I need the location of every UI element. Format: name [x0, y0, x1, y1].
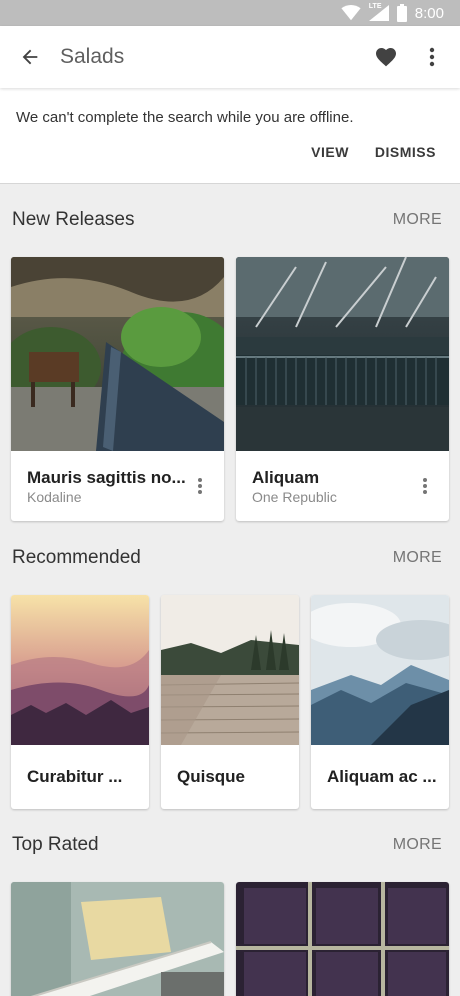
album-artwork-image [11, 882, 224, 996]
status-bar: LTE 8:00 [0, 0, 460, 26]
wifi-icon [341, 5, 361, 21]
battery-icon [396, 4, 407, 22]
album-artwork-image [11, 257, 224, 451]
more-button[interactable]: MORE [393, 549, 442, 567]
section-header-recommended: Recommended MORE [0, 543, 460, 573]
favorite-button[interactable] [362, 26, 410, 88]
card-title: Aliquam [252, 468, 320, 487]
back-button[interactable] [0, 26, 60, 88]
section-title: New Releases [12, 209, 135, 230]
card-overflow-button[interactable] [188, 471, 212, 501]
more-vert-icon [198, 478, 202, 494]
card-title: Quisque [177, 767, 246, 786]
section-header-new-releases: New Releases MORE [0, 205, 460, 235]
more-vert-icon [423, 478, 427, 494]
playlist-artwork-image [11, 595, 149, 745]
album-artwork-image [236, 257, 449, 451]
overflow-menu-button[interactable] [410, 26, 454, 88]
app-bar: Salads [0, 26, 460, 88]
view-button[interactable]: VIEW [311, 144, 349, 160]
section-title: Recommended [12, 547, 141, 568]
heart-icon [376, 48, 396, 67]
more-button[interactable]: MORE [393, 211, 442, 229]
playlist-artwork-image [161, 595, 299, 745]
album-card[interactable]: Aliquam One Republic [236, 257, 449, 521]
banner-actions: VIEW DISMISS [311, 144, 436, 160]
cell-signal-icon: LTE [368, 3, 389, 21]
banner-message: We can't complete the search while you a… [16, 109, 354, 126]
playlist-card[interactable]: Quisque [161, 595, 299, 809]
status-time: 8:00 [414, 4, 444, 22]
page-title: Salads [60, 45, 125, 68]
playlist-card[interactable]: Curabitur ... [11, 595, 149, 809]
section-title: Top Rated [12, 834, 99, 855]
dismiss-button[interactable]: DISMISS [375, 144, 436, 160]
card-title: Curabitur ... [27, 767, 123, 786]
section-header-top-rated: Top Rated MORE [0, 830, 460, 860]
card-overflow-button[interactable] [413, 471, 437, 501]
card-subtitle: Kodaline [27, 489, 82, 505]
playlist-artwork-image [311, 595, 449, 745]
album-artwork-image [236, 882, 449, 996]
offline-banner: We can't complete the search while you a… [0, 88, 460, 184]
card-title: Mauris sagittis no... [27, 468, 186, 487]
card-title: Aliquam ac ... [327, 767, 437, 786]
album-card[interactable] [11, 882, 224, 996]
more-vert-icon [429, 47, 435, 67]
album-card[interactable] [236, 882, 449, 996]
card-subtitle: One Republic [252, 489, 337, 505]
more-button[interactable]: MORE [393, 836, 442, 854]
playlist-card[interactable]: Aliquam ac ... [311, 595, 449, 809]
album-card[interactable]: Mauris sagittis no... Kodaline [11, 257, 224, 521]
arrow-back-icon [22, 49, 38, 65]
